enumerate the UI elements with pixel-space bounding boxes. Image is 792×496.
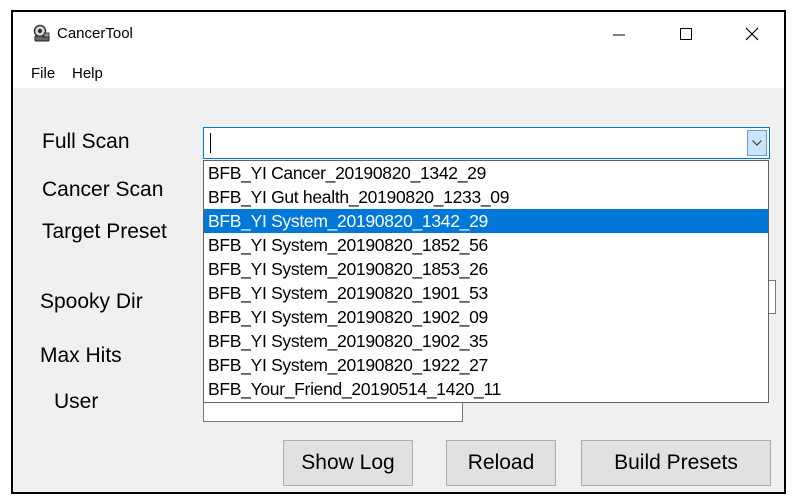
minimize-icon <box>613 34 625 36</box>
dropdown-option[interactable]: BFB_YI System_20190820_1902_35 <box>204 329 768 353</box>
app-window: CancerTool File Help Full Scan Cancer Sc… <box>11 10 786 494</box>
app-icon <box>33 24 50 42</box>
menu-help[interactable]: Help <box>72 65 103 82</box>
dropdown-arrow-button[interactable] <box>747 130 767 156</box>
menu-bar: File Help <box>13 56 784 88</box>
dropdown-option[interactable]: BFB_YI System_20190820_1853_26 <box>204 257 768 281</box>
dropdown-option[interactable]: BFB_YI System_20190820_1852_56 <box>204 233 768 257</box>
dropdown-option[interactable]: BFB_YI System_20190820_1902_09 <box>204 305 768 329</box>
close-button[interactable] <box>724 12 780 56</box>
full-scan-combobox[interactable] <box>203 127 770 159</box>
spooky-dir-label: Spooky Dir <box>40 290 143 313</box>
full-scan-dropdown-list[interactable]: BFB_YI Cancer_20190820_1342_29 BFB_YI Gut… <box>203 160 769 403</box>
maximize-button[interactable] <box>658 12 714 56</box>
close-icon <box>745 27 759 41</box>
text-caret <box>210 133 211 153</box>
cancer-scan-label: Cancer Scan <box>42 178 164 201</box>
maximize-icon <box>680 28 692 40</box>
dropdown-option[interactable]: BFB_YI System_20190820_1922_27 <box>204 353 768 377</box>
target-preset-label: Target Preset <box>42 220 167 243</box>
title-bar[interactable]: CancerTool <box>13 12 784 56</box>
show-log-button[interactable]: Show Log <box>283 440 413 486</box>
minimize-button[interactable] <box>591 12 647 56</box>
dropdown-option[interactable]: BFB_YI Cancer_20190820_1342_29 <box>204 161 768 185</box>
dropdown-option[interactable]: BFB_Your_Friend_20190514_1420_11 <box>204 377 768 401</box>
dropdown-option[interactable]: BFB_YI Gut health_20190820_1233_09 <box>204 185 768 209</box>
reload-button[interactable]: Reload <box>446 440 556 486</box>
dropdown-option[interactable]: BFB_YI System_20190820_1342_29 <box>204 209 768 233</box>
chevron-down-icon <box>752 140 762 146</box>
user-label: User <box>54 390 99 413</box>
dropdown-option[interactable]: BFB_YI System_20190820_1901_53 <box>204 281 768 305</box>
full-scan-label: Full Scan <box>42 130 130 153</box>
menu-file[interactable]: File <box>31 65 55 82</box>
max-hits-label: Max Hits <box>40 344 122 367</box>
build-presets-button[interactable]: Build Presets <box>581 440 771 486</box>
window-title: CancerTool <box>57 25 133 42</box>
